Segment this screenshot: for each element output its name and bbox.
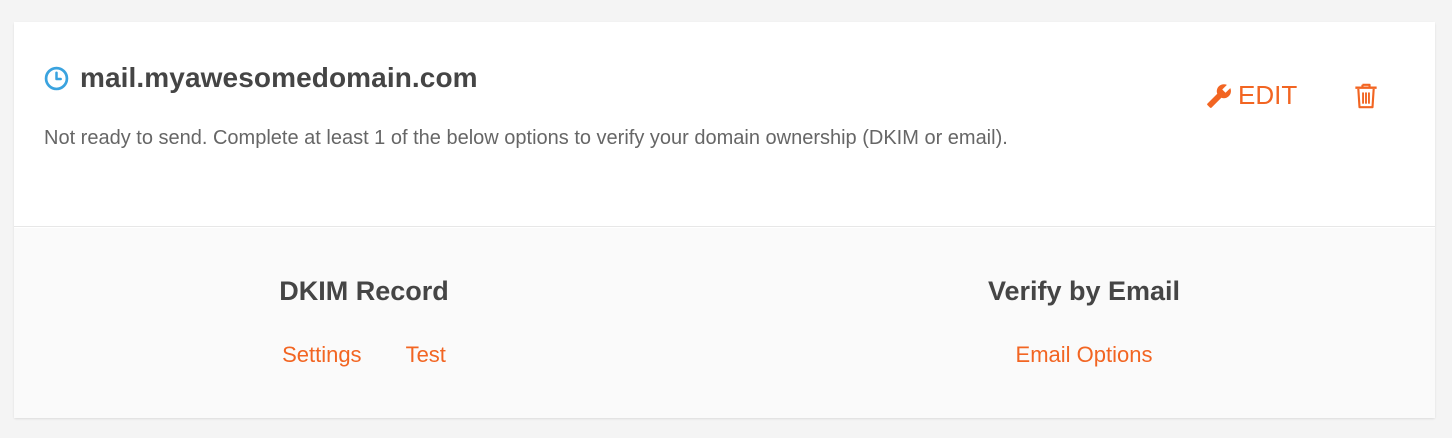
wrench-icon: [1207, 83, 1231, 108]
trash-icon[interactable]: [1354, 83, 1378, 109]
edit-label: EDIT: [1238, 80, 1298, 110]
dkim-option: DKIM Record Settings Test: [239, 276, 489, 368]
domain-card: mail.myawesomedomain.com Not ready to se…: [14, 22, 1435, 418]
email-title: Verify by Email: [987, 276, 1181, 306]
email-options-link[interactable]: Email Options: [1016, 342, 1153, 368]
domain-name: mail.myawesomedomain.com: [80, 62, 478, 93]
dkim-settings-link[interactable]: Settings: [282, 342, 362, 368]
clock-icon: [44, 66, 69, 90]
verification-options: DKIM Record Settings Test Verify by Emai…: [14, 228, 1435, 418]
dkim-links: Settings Test: [239, 342, 489, 368]
edit-button[interactable]: EDIT: [1206, 80, 1297, 111]
status-message: Not ready to send. Complete at least 1 o…: [44, 127, 1008, 149]
dkim-title: DKIM Record: [279, 276, 449, 306]
email-links: Email Options: [934, 342, 1234, 368]
domain-title-row: mail.myawesomedomain.com: [44, 62, 478, 94]
dkim-test-link[interactable]: Test: [406, 342, 446, 368]
email-option: Verify by Email Email Options: [934, 276, 1234, 368]
domain-card-header: mail.myawesomedomain.com Not ready to se…: [14, 22, 1435, 227]
